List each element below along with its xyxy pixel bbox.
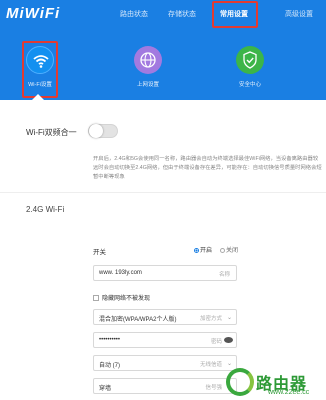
dual-band-description: 开启后，2.4G和5G会使用同一名称，路由器会自动为终端选择最佳WiFi网络，当… (93, 156, 322, 180)
ssid-value: www. 193ly.com (99, 270, 142, 276)
radio-off[interactable]: 关闭 (220, 245, 238, 254)
globe-icon (134, 46, 162, 74)
wifi-24g-title: 2.4G Wi-Fi (26, 205, 65, 214)
radio-selected-icon (194, 248, 199, 253)
channel-select[interactable]: 自动 (7) 无线信道 ⌄ (93, 355, 237, 371)
signal-value: 穿墙 (99, 386, 112, 392)
radio-off-label: 关闭 (226, 248, 239, 254)
eye-icon[interactable] (224, 337, 233, 343)
radio-on-label: 开启 (200, 248, 213, 254)
watermark-url: www.22ee.cc (268, 389, 310, 396)
encryption-select[interactable]: 混合加密(WPA/WPA2个人版) 加密方式 ⌄ (93, 309, 237, 325)
top-nav: MiWiFi 路由状态 存储状态 常用设置 高级设置 (0, 0, 326, 32)
radio-unselected-icon (220, 248, 225, 253)
chevron-down-icon: ⌄ (226, 361, 232, 367)
watermark-logo-icon (226, 368, 254, 396)
app-logo: MiWiFi (6, 5, 61, 22)
nav-item-router-status[interactable]: 路由状态 (120, 9, 148, 19)
highlight-frame-nav (212, 1, 258, 28)
channel-value: 自动 (7) (99, 363, 121, 369)
dual-band-label: Wi-Fi双频合一 (26, 128, 77, 137)
checkbox-icon (93, 295, 99, 301)
password-tag: 密码 (210, 339, 222, 345)
signal-tag: 信号强 (205, 385, 222, 391)
shield-icon (236, 46, 264, 74)
password-input[interactable]: •••••••••• 密码 (93, 332, 237, 348)
sub-nav-label-internet: 上网设置 (136, 82, 159, 88)
nav-item-storage-status[interactable]: 存储状态 (168, 9, 196, 19)
signal-select[interactable]: 穿墙 信号强 ⌄ (93, 378, 237, 394)
highlight-frame-wifi (22, 41, 58, 98)
sub-nav-label-security: 安全中心 (238, 82, 261, 88)
radio-on[interactable]: 开启 (194, 245, 212, 254)
channel-tag: 无线信道 (199, 362, 222, 368)
hide-ssid-checkbox[interactable]: 隐藏网络不被发现 (93, 293, 150, 302)
toggle-knob (89, 124, 103, 138)
dual-band-toggle[interactable] (88, 124, 118, 138)
encryption-value: 混合加密(WPA/WPA2个人版) (99, 317, 177, 323)
nav-item-advanced-settings[interactable]: 高级设置 (285, 9, 313, 19)
switch-label: 开关 (93, 249, 106, 256)
section-divider (0, 192, 326, 193)
sub-nav-item-internet[interactable]: 上网设置 (118, 38, 178, 88)
password-value: •••••••••• (99, 337, 121, 343)
chevron-down-icon: ⌄ (226, 315, 232, 321)
hide-ssid-label: 隐藏网络不被发现 (102, 296, 151, 302)
ssid-input[interactable]: www. 193ly.com 名称 (93, 265, 237, 281)
encryption-tag: 加密方式 (199, 316, 222, 322)
ssid-tag: 名称 (218, 272, 230, 278)
sub-nav-item-security[interactable]: 安全中心 (220, 38, 280, 88)
